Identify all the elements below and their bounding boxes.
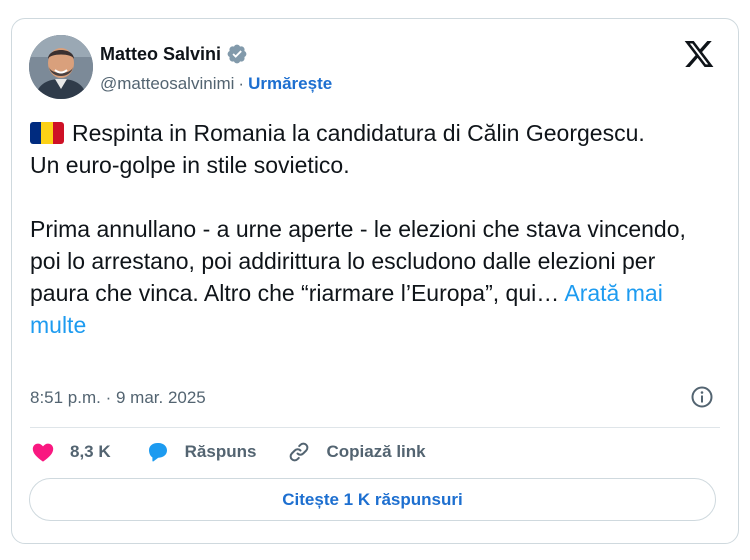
- read-replies-button[interactable]: Citește 1 K răspunsuri: [29, 478, 716, 521]
- link-icon: [290, 442, 309, 462]
- reply-button[interactable]: Răspuns: [145, 440, 257, 464]
- verified-badge-icon[interactable]: [226, 43, 248, 65]
- heart-icon: [32, 443, 54, 462]
- avatar-image: [29, 35, 93, 99]
- timestamp[interactable]: 8:51 p.m. · 9 mar. 2025: [30, 388, 206, 408]
- like-count: 8,3 K: [70, 442, 111, 461]
- author-info: Matteo Salvini @matteosalvinimi · Urmăre…: [100, 42, 332, 94]
- post-line-2: Un euro-golpe in stile sovietico.: [30, 152, 350, 178]
- follow-button[interactable]: Urmărește: [248, 74, 332, 94]
- action-bar: 8,3 K Răspuns Copiază link: [30, 437, 426, 467]
- post-card: Matteo Salvini @matteosalvinimi · Urmăre…: [11, 18, 739, 544]
- reply-bubble-icon: [148, 443, 167, 462]
- copy-link-label: Copiază link: [326, 442, 426, 461]
- handle[interactable]: @matteosalvinimi: [100, 74, 234, 94]
- flag-stripe-blue: [30, 122, 42, 144]
- like-button[interactable]: 8,3 K: [30, 440, 111, 464]
- flag-stripe-red: [52, 122, 64, 144]
- divider: [30, 427, 720, 428]
- romania-flag-icon: [30, 122, 64, 144]
- copy-link-button[interactable]: Copiază link: [286, 440, 426, 464]
- post-line-1: Respinta in Romania la candidatura di Că…: [72, 120, 645, 146]
- display-name[interactable]: Matteo Salvini: [100, 44, 221, 65]
- separator: ·: [238, 74, 245, 93]
- post-text: Respinta in Romania la candidatura di Că…: [30, 117, 710, 341]
- flag-stripe-yellow: [41, 122, 53, 144]
- avatar[interactable]: [29, 35, 93, 99]
- reply-label: Răspuns: [184, 442, 257, 461]
- x-logo-icon[interactable]: [682, 38, 716, 70]
- info-icon[interactable]: [690, 385, 714, 409]
